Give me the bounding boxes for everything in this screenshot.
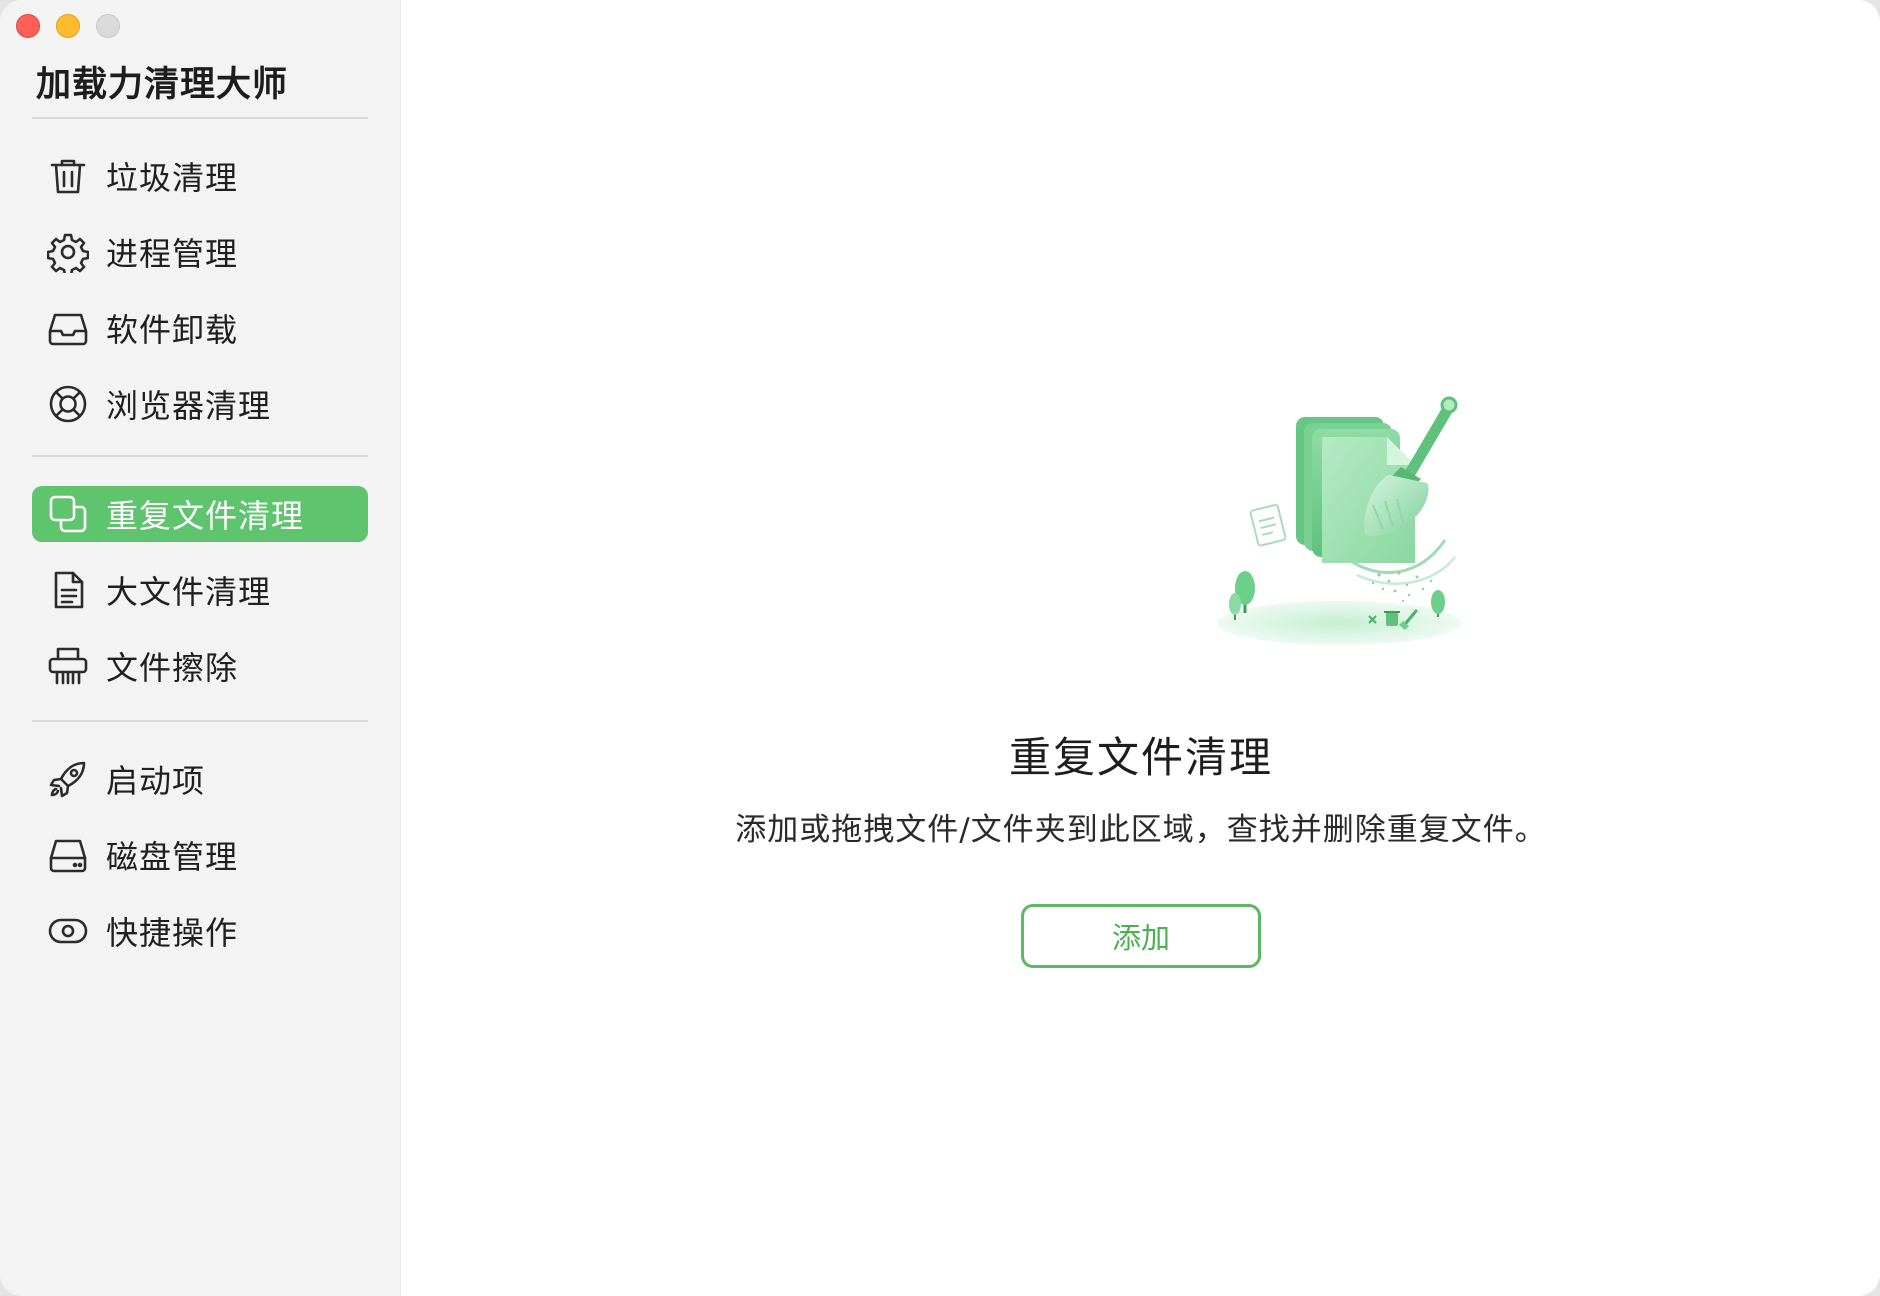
sidebar-item-label: 重复文件清理 bbox=[106, 497, 305, 535]
disk-icon bbox=[46, 833, 90, 877]
lifebuoy-icon bbox=[46, 382, 90, 426]
app-title: 加载力清理大师 bbox=[36, 65, 289, 105]
sidebar-item-label: 进程管理 bbox=[106, 235, 239, 273]
sidebar-item-label: 快捷操作 bbox=[106, 914, 239, 952]
toggle-icon bbox=[46, 909, 90, 953]
minimize-window-button[interactable] bbox=[56, 14, 80, 38]
close-window-button[interactable] bbox=[16, 14, 40, 38]
sidebar-item-startup[interactable]: 启动项 bbox=[32, 751, 368, 807]
sidebar-item-quick-actions[interactable]: 快捷操作 bbox=[32, 903, 368, 959]
shredder-icon bbox=[46, 644, 90, 688]
page-title: 重复文件清理 bbox=[1008, 733, 1273, 782]
sidebar-item-label: 浏览器清理 bbox=[106, 387, 272, 425]
sidebar-item-file-erase[interactable]: 文件擦除 bbox=[32, 638, 368, 694]
zoom-window-button[interactable] bbox=[96, 14, 120, 38]
sidebar-divider bbox=[32, 455, 368, 457]
sidebar-divider bbox=[32, 720, 368, 722]
duplicate-cleaning-illustration bbox=[1217, 396, 1461, 645]
sidebar-item-label: 磁盘管理 bbox=[106, 838, 239, 876]
sidebar-item-large-file-clean[interactable]: 大文件清理 bbox=[32, 562, 368, 618]
sidebar: 加载力清理大师 垃圾清理 进程管理 软件卸载 浏览器清理 重复文件清理 大文件清… bbox=[0, 0, 401, 1296]
main-content[interactable]: 重复文件清理 添加或拖拽文件/文件夹到此区域，查找并删除重复文件。 添加 bbox=[401, 0, 1880, 1296]
sidebar-item-process-manage[interactable]: 进程管理 bbox=[32, 224, 368, 280]
sidebar-item-junk-clean[interactable]: 垃圾清理 bbox=[32, 148, 368, 204]
sidebar-divider bbox=[32, 117, 368, 119]
tray-icon bbox=[46, 306, 90, 350]
trash-icon bbox=[46, 154, 90, 198]
sidebar-item-disk-manage[interactable]: 磁盘管理 bbox=[32, 827, 368, 883]
document-icon bbox=[46, 568, 90, 612]
rocket-icon bbox=[46, 757, 90, 801]
sidebar-item-label: 软件卸载 bbox=[106, 311, 239, 349]
sidebar-item-label: 垃圾清理 bbox=[106, 159, 239, 197]
duplicate-icon bbox=[46, 492, 90, 536]
sidebar-item-label: 文件擦除 bbox=[106, 649, 239, 687]
window-controls bbox=[16, 14, 120, 38]
gear-icon bbox=[46, 230, 90, 274]
page-description: 添加或拖拽文件/文件夹到此区域，查找并删除重复文件。 bbox=[735, 812, 1547, 848]
sidebar-item-browser-clean[interactable]: 浏览器清理 bbox=[32, 376, 368, 432]
sidebar-item-uninstall[interactable]: 软件卸载 bbox=[32, 300, 368, 356]
add-button[interactable]: 添加 bbox=[1021, 904, 1261, 968]
sidebar-item-duplicate-clean[interactable]: 重复文件清理 bbox=[32, 486, 368, 542]
sidebar-item-label: 启动项 bbox=[106, 762, 206, 800]
sidebar-item-label: 大文件清理 bbox=[106, 573, 272, 611]
app-window: 加载力清理大师 垃圾清理 进程管理 软件卸载 浏览器清理 重复文件清理 大文件清… bbox=[0, 0, 1880, 1296]
